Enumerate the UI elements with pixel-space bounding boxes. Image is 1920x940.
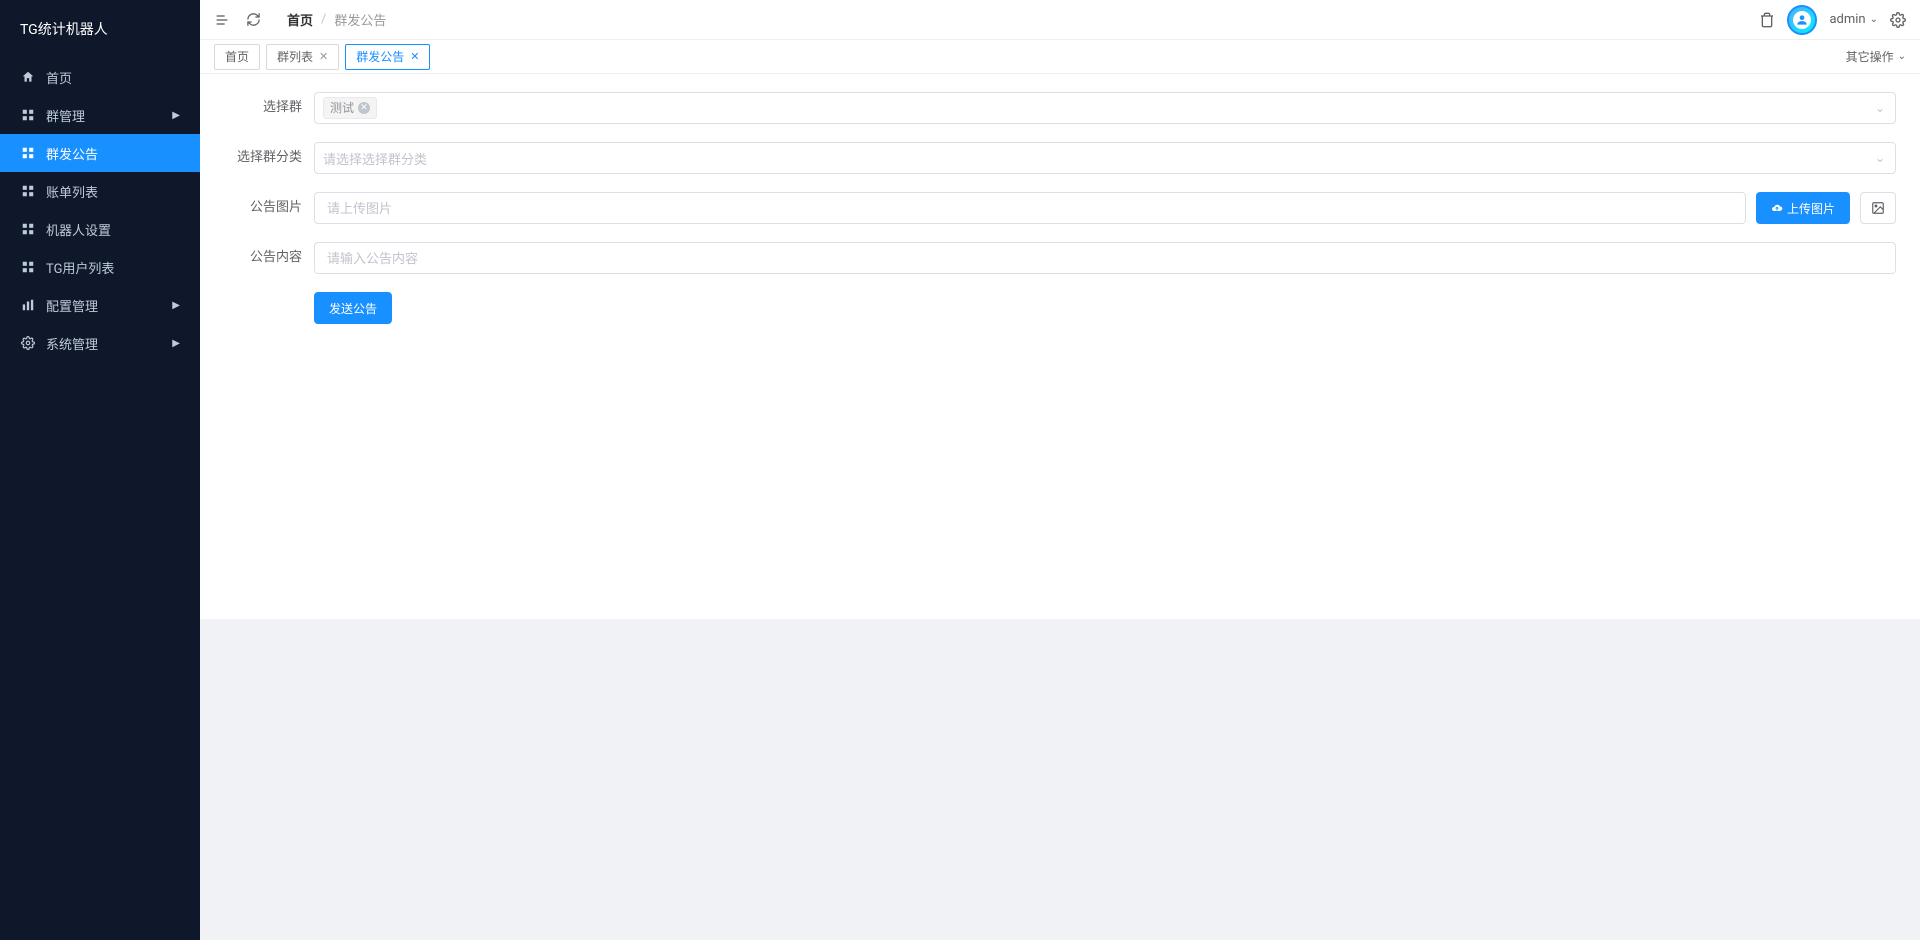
image-path-input[interactable] xyxy=(314,192,1746,224)
gear-icon xyxy=(20,336,36,350)
select-category-input[interactable]: 请选择选择群分类 ⌄ xyxy=(314,142,1896,174)
label-select-group: 选择群 xyxy=(224,92,314,124)
sidebar-item-label: 群管理 xyxy=(46,106,85,125)
grid-icon xyxy=(20,146,36,160)
user-avatar[interactable] xyxy=(1787,5,1817,35)
tag-label: 测试 xyxy=(330,98,354,118)
app-logo-text: TG统计机器人 xyxy=(20,19,108,39)
chevron-right-icon: ▶ xyxy=(172,110,180,121)
tab-label: 群列表 xyxy=(277,45,313,69)
tab-label: 首页 xyxy=(225,45,249,69)
breadcrumb-home[interactable]: 首页 xyxy=(287,10,313,29)
grid-icon xyxy=(20,222,36,236)
label-content: 公告内容 xyxy=(224,242,314,274)
tabs-more-label: 其它操作 xyxy=(1846,48,1894,65)
sidebar-item-label: 首页 xyxy=(46,68,72,87)
bars-icon xyxy=(20,298,36,312)
app-logo: TG统计机器人 xyxy=(0,0,200,58)
select-category-placeholder: 请选择选择群分类 xyxy=(323,149,427,168)
chevron-down-icon: ⌄ xyxy=(1875,151,1885,165)
main: 首页 / 群发公告 admin ⌄ xyxy=(200,0,1920,940)
chevron-right-icon: ▶ xyxy=(172,300,180,311)
tab-home[interactable]: 首页 xyxy=(214,44,260,70)
content: 选择群 测试 ✕ ⌄ 选择群分类 xyxy=(200,74,1920,940)
upload-image-button[interactable]: 上传图片 xyxy=(1756,192,1850,224)
breadcrumb-current: 群发公告 xyxy=(334,10,386,29)
sidebar-item-config-manage[interactable]: 配置管理 ▶ xyxy=(0,286,200,324)
tabs-bar: 首页 群列表 ✕ 群发公告 ✕ 其它操作 ⌄ xyxy=(200,40,1920,74)
sidebar-item-group-manage[interactable]: 群管理 ▶ xyxy=(0,96,200,134)
image-icon xyxy=(1871,201,1885,215)
chevron-down-icon: ⌄ xyxy=(1875,101,1885,115)
chevron-down-icon: ⌄ xyxy=(1898,51,1906,62)
sidebar-item-label: 系统管理 xyxy=(46,334,98,353)
sidebar-item-bill-list[interactable]: 账单列表 xyxy=(0,172,200,210)
cloud-upload-icon xyxy=(1771,202,1783,214)
tabs-more-dropdown[interactable]: 其它操作 ⌄ xyxy=(1846,48,1906,65)
refresh-button[interactable] xyxy=(246,12,261,27)
tab-label: 群发公告 xyxy=(356,45,404,69)
label-image: 公告图片 xyxy=(224,192,314,224)
tab-group-list[interactable]: 群列表 ✕ xyxy=(266,44,339,70)
row-select-category: 选择群分类 请选择选择群分类 ⌄ xyxy=(224,142,1896,174)
user-dropdown[interactable]: admin ⌄ xyxy=(1829,12,1878,27)
header: 首页 / 群发公告 admin ⌄ xyxy=(200,0,1920,40)
chevron-right-icon: ▶ xyxy=(172,338,180,349)
sidebar-item-label: 账单列表 xyxy=(46,182,98,201)
row-submit: 发送公告 xyxy=(224,292,1896,324)
username: admin xyxy=(1829,12,1865,27)
grid-icon xyxy=(20,260,36,274)
sidebar-item-system-manage[interactable]: 系统管理 ▶ xyxy=(0,324,200,362)
sidebar-item-label: 配置管理 xyxy=(46,296,98,315)
header-left: 首页 / 群发公告 xyxy=(214,10,386,29)
settings-button[interactable] xyxy=(1890,12,1906,28)
submit-button-label: 发送公告 xyxy=(329,300,377,317)
grid-icon xyxy=(20,108,36,122)
close-icon[interactable]: ✕ xyxy=(319,45,328,69)
close-icon[interactable]: ✕ xyxy=(410,45,419,69)
sidebar-item-broadcast[interactable]: 群发公告 xyxy=(0,134,200,172)
selected-group-tag: 测试 ✕ xyxy=(323,97,377,119)
tab-broadcast[interactable]: 群发公告 ✕ xyxy=(345,44,430,70)
send-announcement-button[interactable]: 发送公告 xyxy=(314,292,392,324)
preview-image-button[interactable] xyxy=(1860,192,1896,224)
sidebar-item-label: 机器人设置 xyxy=(46,220,111,239)
row-content: 公告内容 xyxy=(224,242,1896,274)
breadcrumb: 首页 / 群发公告 xyxy=(287,10,386,29)
label-select-category: 选择群分类 xyxy=(224,142,314,174)
sidebar: TG统计机器人 首页 群管理 ▶ 群发公告 xyxy=(0,0,200,940)
sidebar-menu: 首页 群管理 ▶ 群发公告 账单列表 xyxy=(0,58,200,940)
sidebar-item-tg-users[interactable]: TG用户列表 xyxy=(0,248,200,286)
sidebar-item-bot-settings[interactable]: 机器人设置 xyxy=(0,210,200,248)
upload-button-label: 上传图片 xyxy=(1787,200,1835,217)
trash-button[interactable] xyxy=(1759,12,1775,28)
sidebar-item-home[interactable]: 首页 xyxy=(0,58,200,96)
row-image: 公告图片 上传图片 xyxy=(224,192,1896,224)
form-card: 选择群 测试 ✕ ⌄ 选择群分类 xyxy=(200,74,1920,619)
sidebar-item-label: TG用户列表 xyxy=(46,258,114,277)
tag-remove-icon[interactable]: ✕ xyxy=(358,102,370,114)
select-group-input[interactable]: 测试 ✕ ⌄ xyxy=(314,92,1896,124)
header-right: admin ⌄ xyxy=(1759,5,1906,35)
collapse-sidebar-button[interactable] xyxy=(214,12,230,28)
breadcrumb-separator: / xyxy=(321,12,326,27)
sidebar-item-label: 群发公告 xyxy=(46,144,98,163)
home-icon xyxy=(20,70,36,84)
grid-icon xyxy=(20,184,36,198)
chevron-down-icon: ⌄ xyxy=(1870,14,1878,25)
row-select-group: 选择群 测试 ✕ ⌄ xyxy=(224,92,1896,124)
content-input[interactable] xyxy=(314,242,1896,274)
